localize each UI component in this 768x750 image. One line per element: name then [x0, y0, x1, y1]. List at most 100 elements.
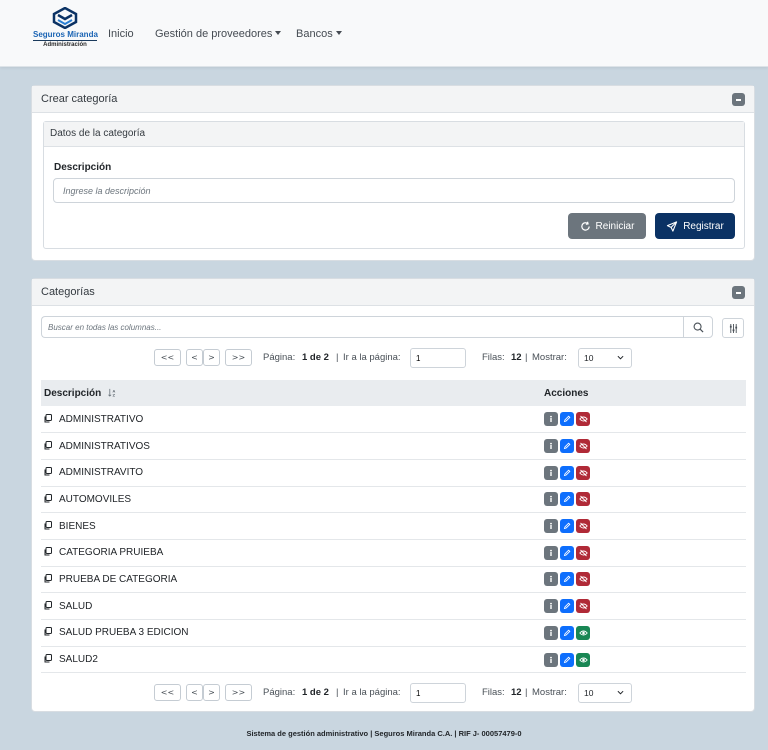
page-value: 1 de 2	[302, 687, 329, 698]
nav-bancos-dropdown[interactable]: Bancos	[296, 28, 342, 40]
goto-page-input[interactable]	[410, 683, 466, 703]
details-button[interactable]	[544, 519, 558, 534]
eye-slash-icon	[578, 442, 588, 450]
card-title: Categorías	[41, 286, 95, 298]
create-category-card: Crear categoría Datos de la categoría De…	[31, 85, 755, 261]
actions-cell	[541, 619, 746, 647]
column-header-description[interactable]: Descripción AZ	[41, 380, 541, 406]
pagination-bottom: << < > >> Página: 1 de 2 | Ir a la págin…	[32, 681, 756, 703]
description-cell: BIENES	[41, 512, 541, 540]
deactivate-button[interactable]	[576, 599, 590, 614]
next-page-button[interactable]: >	[203, 684, 220, 701]
eye-slash-icon	[578, 469, 588, 477]
eye-slash-icon	[578, 602, 588, 610]
description-text: ADMINISTRAVITO	[59, 467, 144, 479]
edit-button[interactable]	[560, 545, 574, 560]
details-button[interactable]	[544, 625, 558, 640]
first-page-button[interactable]: <<	[154, 684, 181, 701]
deactivate-button[interactable]	[576, 492, 590, 507]
description-input[interactable]	[53, 178, 735, 203]
deactivate-button[interactable]	[576, 545, 590, 560]
info-icon	[550, 442, 552, 450]
page-label: Página:	[263, 352, 296, 363]
search-button[interactable]	[683, 316, 713, 338]
table-row: SALUD PRUEBA 3 EDICION	[41, 619, 746, 647]
description-text: CATEGORIA PRUIEBA	[59, 547, 164, 559]
details-button[interactable]	[544, 465, 558, 480]
column-filter-button[interactable]	[722, 318, 744, 338]
details-button[interactable]	[544, 572, 558, 587]
pencil-icon	[563, 656, 571, 663]
info-icon	[550, 469, 552, 476]
send-icon	[667, 220, 678, 232]
deactivate-button[interactable]	[576, 519, 590, 534]
brand-name: Seguros Miranda	[33, 30, 98, 39]
table-row: SALUD	[41, 592, 746, 620]
register-label: Registrar	[683, 220, 724, 232]
goto-page-input[interactable]	[410, 348, 466, 368]
actions-cell	[541, 592, 746, 620]
category-data-panel: Datos de la categoría Descripción Reinic…	[43, 121, 745, 249]
actions-cell	[541, 459, 746, 487]
edit-button[interactable]	[560, 652, 574, 667]
edit-button[interactable]	[560, 412, 574, 427]
separator: |	[336, 352, 339, 363]
show-label: Mostrar:	[532, 687, 567, 698]
page-size-select[interactable]: 10	[578, 683, 632, 703]
table-row: ADMINISTRATIVO	[41, 406, 746, 434]
last-page-button[interactable]: >>	[225, 349, 252, 366]
table-row: BIENES	[41, 512, 746, 540]
edit-button[interactable]	[560, 599, 574, 614]
actions-cell	[541, 486, 746, 514]
reset-button[interactable]: Reiniciar	[568, 213, 646, 239]
description-cell: ADMINISTRATIVOS	[41, 432, 541, 460]
collapse-minus-icon[interactable]	[732, 93, 745, 106]
copy-icon	[44, 413, 52, 423]
page-size-select[interactable]: 10	[578, 348, 632, 368]
details-button[interactable]	[544, 439, 558, 454]
page-value: 1 de 2	[302, 352, 329, 363]
edit-button[interactable]	[560, 465, 574, 480]
edit-button[interactable]	[560, 625, 574, 640]
deactivate-button[interactable]	[576, 439, 590, 454]
rows-value: 12	[511, 687, 522, 698]
details-button[interactable]	[544, 492, 558, 507]
details-button[interactable]	[544, 652, 558, 667]
edit-button[interactable]	[560, 572, 574, 587]
edit-button[interactable]	[560, 492, 574, 507]
deactivate-button[interactable]	[576, 465, 590, 480]
edit-button[interactable]	[560, 439, 574, 454]
actions-cell	[541, 406, 746, 434]
search-input[interactable]	[41, 316, 683, 338]
details-button[interactable]	[544, 412, 558, 427]
table-row: ADMINISTRAVITO	[41, 459, 746, 487]
nav-proveedores-dropdown[interactable]: Gestión de proveedores	[155, 28, 282, 40]
description-text: SALUD PRUEBA 3 EDICION	[59, 627, 189, 639]
page-size-value: 10	[584, 688, 594, 698]
edit-button[interactable]	[560, 519, 574, 534]
shield-logo-icon	[52, 7, 78, 29]
deactivate-button[interactable]	[576, 572, 590, 587]
info-icon	[550, 549, 552, 556]
prev-page-button[interactable]: <	[186, 684, 203, 701]
brand-subtitle: Administración	[33, 40, 97, 48]
next-page-button[interactable]: >	[203, 349, 220, 366]
prev-page-button[interactable]: <	[186, 349, 203, 366]
description-cell: SALUD	[41, 592, 541, 620]
nav-inicio[interactable]: Inicio	[108, 28, 134, 40]
table-row: AUTOMOVILES	[41, 486, 746, 514]
activate-button[interactable]	[576, 625, 590, 640]
copy-icon	[44, 627, 52, 636]
first-page-button[interactable]: <<	[154, 349, 181, 366]
details-button[interactable]	[544, 599, 558, 614]
brand-logo[interactable]: Seguros Miranda Administración	[33, 7, 98, 48]
inner-header: Datos de la categoría	[44, 122, 744, 147]
top-navbar: Seguros Miranda Administración Inicio Ge…	[0, 0, 768, 67]
activate-button[interactable]	[576, 652, 590, 667]
collapse-minus-icon[interactable]	[732, 286, 745, 299]
register-button[interactable]: Registrar	[655, 213, 735, 239]
last-page-button[interactable]: >>	[225, 684, 252, 701]
details-button[interactable]	[544, 545, 558, 560]
eye-slash-icon	[578, 549, 588, 557]
deactivate-button[interactable]	[576, 412, 590, 427]
